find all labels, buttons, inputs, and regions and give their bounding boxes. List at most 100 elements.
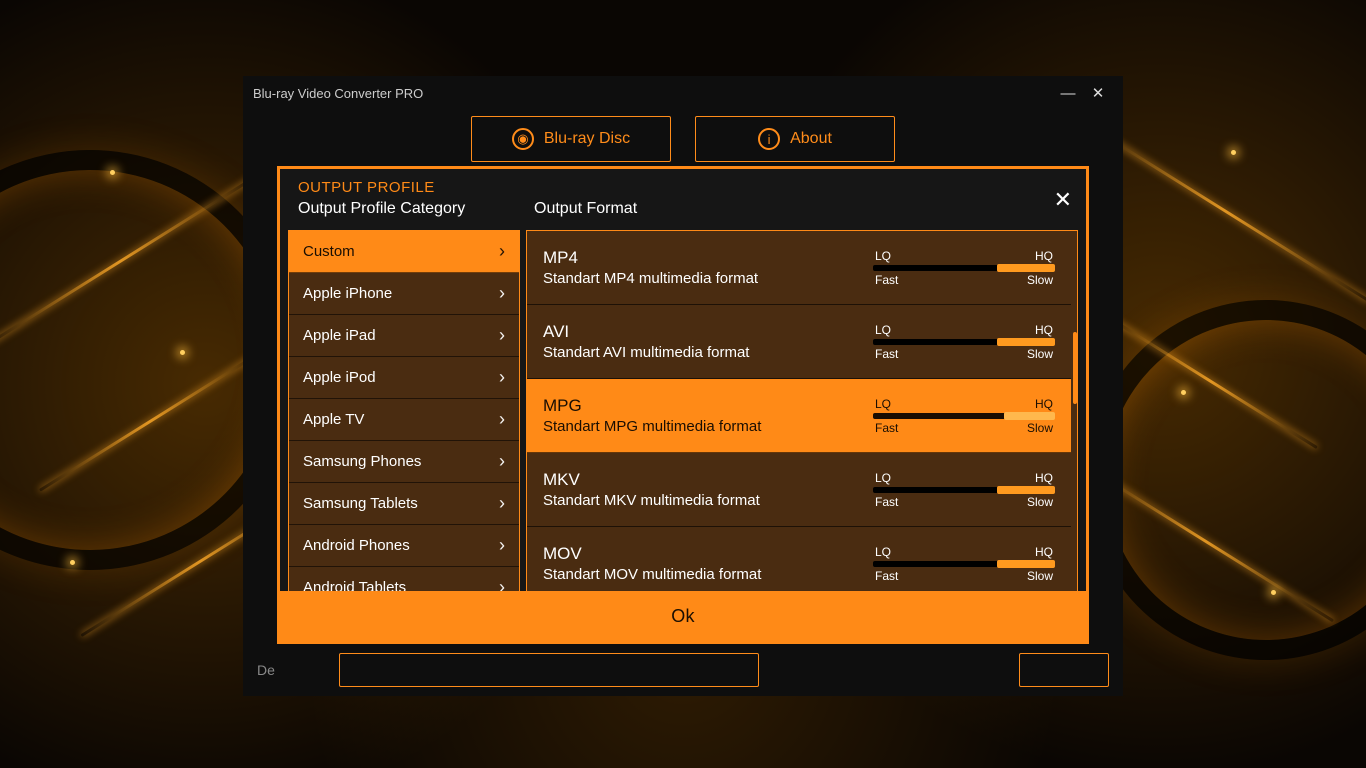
spark-decoration	[180, 350, 185, 355]
quality-slider-group: LQ HQ Fast Slow	[873, 545, 1055, 583]
quality-slider[interactable]	[873, 487, 1055, 493]
chevron-right-icon: ›	[499, 577, 505, 591]
format-item[interactable]: MKV Standart MKV multimedia formatLQ HQ Fas…	[527, 453, 1071, 527]
lq-label: LQ	[875, 397, 891, 411]
close-dialog-button[interactable]: ✕	[1054, 187, 1072, 213]
format-description: Standart MPG multimedia format	[543, 418, 873, 435]
spark-decoration	[1231, 150, 1236, 155]
fast-label: Fast	[875, 421, 898, 435]
format-name: AVI	[543, 322, 873, 342]
dialog-title: OUTPUT PROFILE	[298, 179, 1068, 196]
format-item[interactable]: MOV Standart MOV multimedia formatLQ HQ Fas…	[527, 527, 1071, 591]
category-item[interactable]: Apple TV ›	[289, 399, 519, 441]
chevron-right-icon: ›	[499, 241, 505, 262]
category-item[interactable]: Apple iPod ›	[289, 357, 519, 399]
format-item[interactable]: MP4Standart MP4 multimedia formatLQHQFas…	[527, 231, 1071, 305]
slider-fill	[997, 560, 1055, 568]
format-name: MOV	[543, 544, 873, 564]
category-item[interactable]: Samsung Tablets›	[289, 483, 519, 525]
main-toolbar: ◉ Blu-ray Disc i About	[243, 110, 1123, 168]
spark-decoration	[1271, 590, 1276, 595]
bluray-disc-label: Blu-ray Disc	[544, 130, 630, 148]
category-item-label: Samsung Phones	[303, 453, 421, 470]
scrollbar-thumb[interactable]	[1073, 332, 1077, 404]
fast-label: Fast	[875, 495, 898, 509]
format-scrollbar[interactable]	[1071, 231, 1077, 591]
dialog-header: OUTPUT PROFILE Output Profile Category O…	[280, 169, 1086, 224]
info-icon: i	[758, 128, 780, 150]
category-item[interactable]: Samsung Phones ›	[289, 441, 519, 483]
hq-label: HQ	[1035, 471, 1053, 485]
lq-label: LQ	[875, 471, 891, 485]
bottom-text-fragment: De	[257, 662, 275, 678]
category-item-label: Samsung Tablets	[303, 495, 418, 512]
slow-label: Slow	[1027, 421, 1053, 435]
format-item[interactable]: MPGStandart MPG multimedia formatLQHQFas…	[527, 379, 1071, 453]
slider-fill	[1004, 412, 1055, 420]
ok-button[interactable]: Ok	[280, 591, 1086, 641]
format-description: Standart MKV multimedia format	[543, 492, 873, 509]
hq-label: HQ	[1035, 545, 1053, 559]
bottom-button[interactable]	[1019, 653, 1109, 687]
lq-label: LQ	[875, 249, 891, 263]
chevron-right-icon: ›	[499, 283, 505, 304]
slow-label: Slow	[1027, 569, 1053, 583]
chevron-right-icon: ›	[499, 451, 505, 472]
spark-decoration	[1181, 390, 1186, 395]
quality-slider[interactable]	[873, 265, 1055, 271]
dialog-body: Custom›Apple iPhone›Apple iPad›Apple iPo…	[280, 224, 1086, 591]
minimize-button[interactable]: —	[1053, 85, 1083, 102]
category-item-label: Apple iPod	[303, 369, 376, 386]
category-list[interactable]: Custom›Apple iPhone›Apple iPad›Apple iPo…	[289, 231, 519, 591]
format-description: Standart AVI multimedia format	[543, 344, 873, 361]
category-column-label: Output Profile Category	[298, 200, 534, 218]
bottom-bar: De	[243, 644, 1123, 696]
hq-label: HQ	[1035, 323, 1053, 337]
slow-label: Slow	[1027, 347, 1053, 361]
chevron-right-icon: ›	[499, 409, 505, 430]
slider-fill	[997, 338, 1055, 346]
bottom-button[interactable]	[339, 653, 759, 687]
quality-slider[interactable]	[873, 413, 1055, 419]
ok-label: Ok	[671, 606, 695, 627]
quality-slider[interactable]	[873, 339, 1055, 345]
window-title: Blu-ray Video Converter PRO	[253, 86, 423, 101]
disc-icon: ◉	[512, 128, 534, 150]
lq-label: LQ	[875, 545, 891, 559]
category-panel: Custom›Apple iPhone›Apple iPad›Apple iPo…	[288, 230, 520, 591]
quality-slider-group: LQHQFastSlow	[873, 323, 1055, 361]
about-button[interactable]: i About	[695, 116, 895, 162]
chevron-right-icon: ›	[499, 367, 505, 388]
format-description: Standart MOV multimedia format	[543, 566, 873, 583]
slow-label: Slow	[1027, 495, 1053, 509]
format-item[interactable]: AVIStandart AVI multimedia formatLQHQFas…	[527, 305, 1071, 379]
slider-fill	[997, 486, 1055, 494]
format-name: MPG	[543, 396, 873, 416]
spark-decoration	[110, 170, 115, 175]
format-description: Standart MP4 multimedia format	[543, 270, 873, 287]
fast-label: Fast	[875, 273, 898, 287]
slider-fill	[997, 264, 1055, 272]
category-item[interactable]: Apple iPad›	[289, 315, 519, 357]
bluray-disc-button[interactable]: ◉ Blu-ray Disc	[471, 116, 671, 162]
format-list[interactable]: MP4Standart MP4 multimedia formatLQHQFas…	[527, 231, 1071, 591]
format-name: MKV	[543, 470, 873, 490]
category-item-label: Apple iPhone	[303, 285, 392, 302]
fast-label: Fast	[875, 569, 898, 583]
category-item[interactable]: Custom›	[289, 231, 519, 273]
quality-slider[interactable]	[873, 561, 1055, 567]
category-item[interactable]: Android Tablets ›	[289, 567, 519, 591]
close-window-button[interactable]: ✕	[1083, 84, 1113, 102]
output-profile-dialog: OUTPUT PROFILE Output Profile Category O…	[277, 166, 1089, 644]
lq-label: LQ	[875, 323, 891, 337]
category-item[interactable]: Android Phones›	[289, 525, 519, 567]
category-item-label: Apple TV	[303, 411, 364, 428]
format-column-label: Output Format	[534, 200, 637, 218]
quality-slider-group: LQ HQ Fast Slow	[873, 471, 1055, 509]
category-item-label: Android Tablets	[303, 579, 406, 591]
category-item[interactable]: Apple iPhone ›	[289, 273, 519, 315]
category-item-label: Apple iPad	[303, 327, 376, 344]
chevron-right-icon: ›	[499, 535, 505, 556]
about-label: About	[790, 130, 832, 148]
titlebar: Blu-ray Video Converter PRO — ✕	[243, 76, 1123, 110]
